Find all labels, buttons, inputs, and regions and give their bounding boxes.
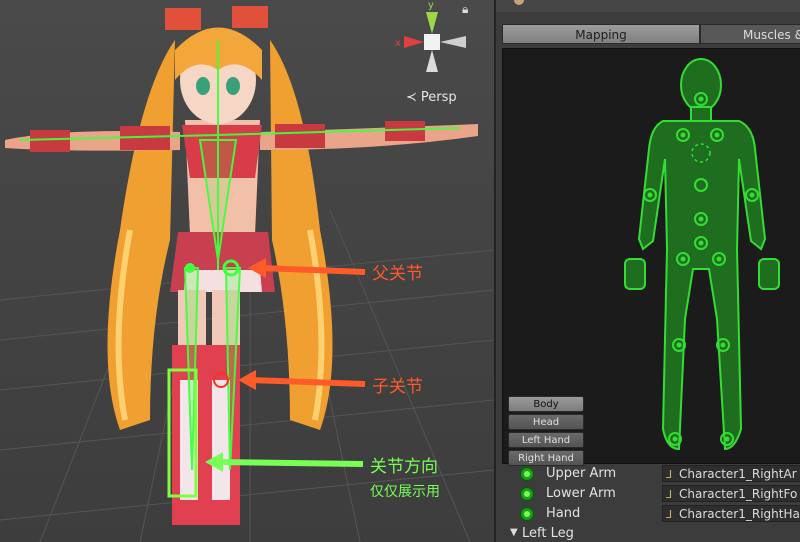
body-part-selector: Body Head Left Hand Right Hand [508, 396, 586, 468]
bone-object-field[interactable]: ⅃ Character1_RightFo [662, 485, 800, 502]
joint-direction-label: 关节方向 [370, 457, 438, 477]
display-only-note: 仅仅展示用 [370, 484, 440, 500]
bone-status-icon [520, 507, 534, 521]
bone-object-field[interactable]: ⅃ Character1_RightAr [662, 465, 800, 482]
bone-name: Lower Arm [546, 486, 616, 501]
lock-icon[interactable]: 🔒︎ [462, 2, 468, 17]
bone-row-hand: Hand ⅃ Character1_RightHa [502, 504, 800, 524]
projection-label: Persp [420, 90, 457, 105]
view-button-head[interactable]: Head [508, 414, 584, 430]
bone-target-text: Character1_RightHa [679, 507, 800, 521]
child-joint-label: 子关节 [372, 377, 423, 397]
view-button-left-hand[interactable]: Left Hand [508, 432, 584, 448]
component-icon [514, 0, 524, 5]
projection-icon: ≺ [406, 90, 417, 105]
projection-toggle[interactable]: ≺ Persp [406, 90, 457, 105]
avatar-inspector: Mapping Muscles & Body Head Left Hand Ri… [494, 0, 800, 542]
transform-icon: ⅃ [666, 508, 673, 521]
gizmo-y-label: y [428, 0, 434, 11]
panel-header-strip [496, 0, 800, 12]
section-title: Left Leg [522, 526, 574, 541]
inspector-tabs: Mapping Muscles & [502, 24, 800, 44]
view-button-body[interactable]: Body [508, 396, 584, 412]
bone-name: Hand [546, 506, 581, 521]
bone-name: Upper Arm [546, 466, 617, 481]
bone-status-icon [520, 467, 534, 481]
tab-muscles[interactable]: Muscles & [700, 24, 800, 44]
parent-joint-label: 父关节 [372, 264, 423, 284]
section-left-leg[interactable]: ▼ Left Leg [502, 526, 800, 542]
transform-icon: ⅃ [666, 468, 673, 481]
bone-row-lower-arm: Lower Arm ⅃ Character1_RightFo [502, 484, 800, 504]
bone-target-text: Character1_RightAr [679, 467, 797, 481]
bone-row-upper-arm: Upper Arm ⅃ Character1_RightAr [502, 464, 800, 484]
transform-icon: ⅃ [666, 488, 673, 501]
bone-object-field[interactable]: ⅃ Character1_RightHa [662, 505, 800, 522]
tab-mapping[interactable]: Mapping [502, 24, 700, 44]
bone-status-icon [520, 487, 534, 501]
gizmo-x-label: x [395, 38, 401, 49]
orientation-gizmo[interactable] [404, 12, 466, 72]
bone-target-text: Character1_RightFo [679, 487, 798, 501]
foldout-arrow-icon[interactable]: ▼ [510, 527, 518, 538]
scene-view[interactable]: y x 🔒︎ ≺ Persp 父关节 子关节 关节方向 仅仅展示用 [0, 0, 494, 542]
joint-left-hip[interactable] [185, 263, 195, 273]
